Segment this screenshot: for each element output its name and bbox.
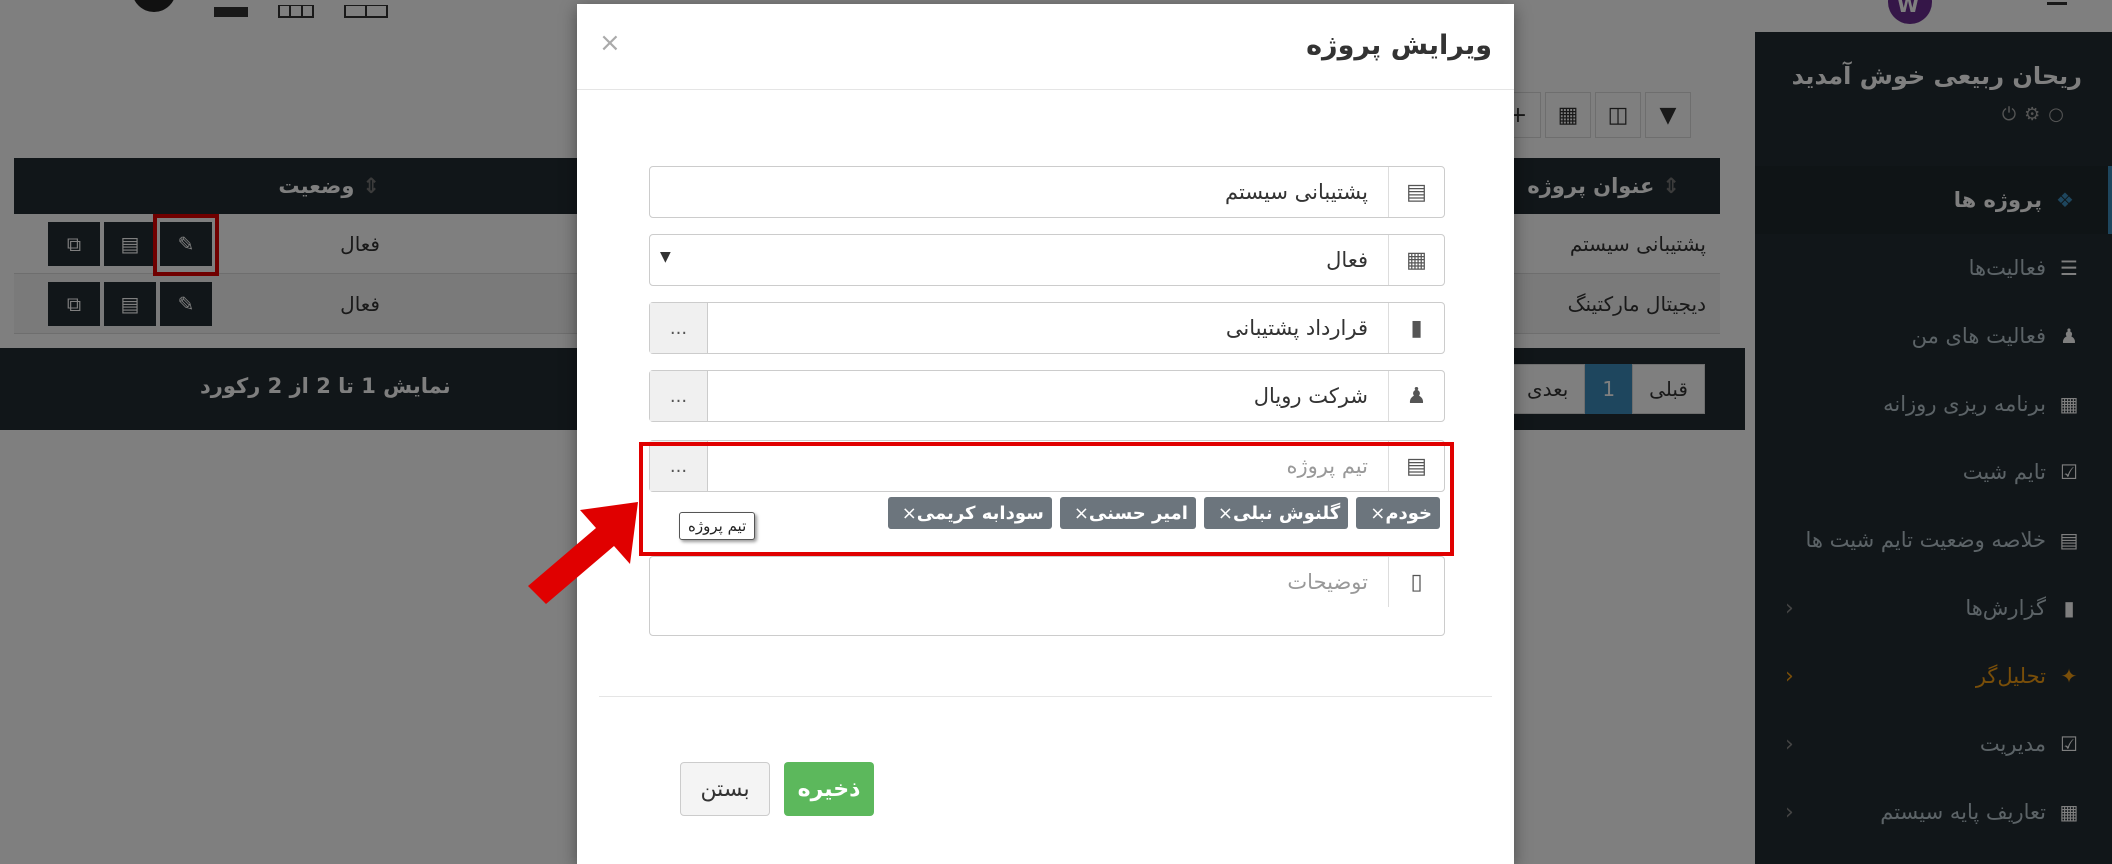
description-placeholder: توضیحات xyxy=(1287,570,1368,594)
document-icon: ▤ xyxy=(1388,167,1444,217)
close-button[interactable]: بستن xyxy=(680,762,770,816)
project-title-field[interactable]: ▤ پشتیبانی سیستم xyxy=(649,166,1445,218)
contract-value: قرارداد پشتیبانی xyxy=(1225,316,1368,340)
status-select[interactable]: ▦ فعال ▼ xyxy=(649,234,1445,286)
project-title-value: پشتیبانی سیستم xyxy=(1225,180,1368,204)
close-icon[interactable]: × xyxy=(599,28,621,58)
contract-field[interactable]: ▮ قرارداد پشتیبانی ... xyxy=(649,302,1445,354)
user-icon: ♟ xyxy=(1388,371,1444,421)
divider xyxy=(599,696,1492,697)
contract-lookup-button[interactable]: ... xyxy=(650,303,708,353)
customer-lookup-button[interactable]: ... xyxy=(650,371,708,421)
description-field[interactable]: ▯ توضیحات xyxy=(649,556,1445,636)
annotation-arrow-icon xyxy=(528,502,638,604)
modal-title: ویرایش پروژه xyxy=(1306,30,1492,61)
file-status-icon: ▦ xyxy=(1388,235,1444,285)
modal-header: ویرایش پروژه × xyxy=(577,4,1514,90)
team-field-highlight xyxy=(639,442,1454,556)
customer-value: شرکت رویال xyxy=(1253,384,1368,408)
file-text-icon: ▮ xyxy=(1388,303,1444,353)
status-value: فعال xyxy=(1326,248,1368,272)
customer-field[interactable]: ♟ شرکت رویال ... xyxy=(649,370,1445,422)
file-blank-icon: ▯ xyxy=(1388,557,1444,607)
save-button[interactable]: ذخیره xyxy=(784,762,874,816)
caret-down-icon: ▼ xyxy=(660,249,671,265)
edit-project-modal: ویرایش پروژه × ▤ پشتیبانی سیستم ▦ فعال ▼… xyxy=(577,4,1514,864)
